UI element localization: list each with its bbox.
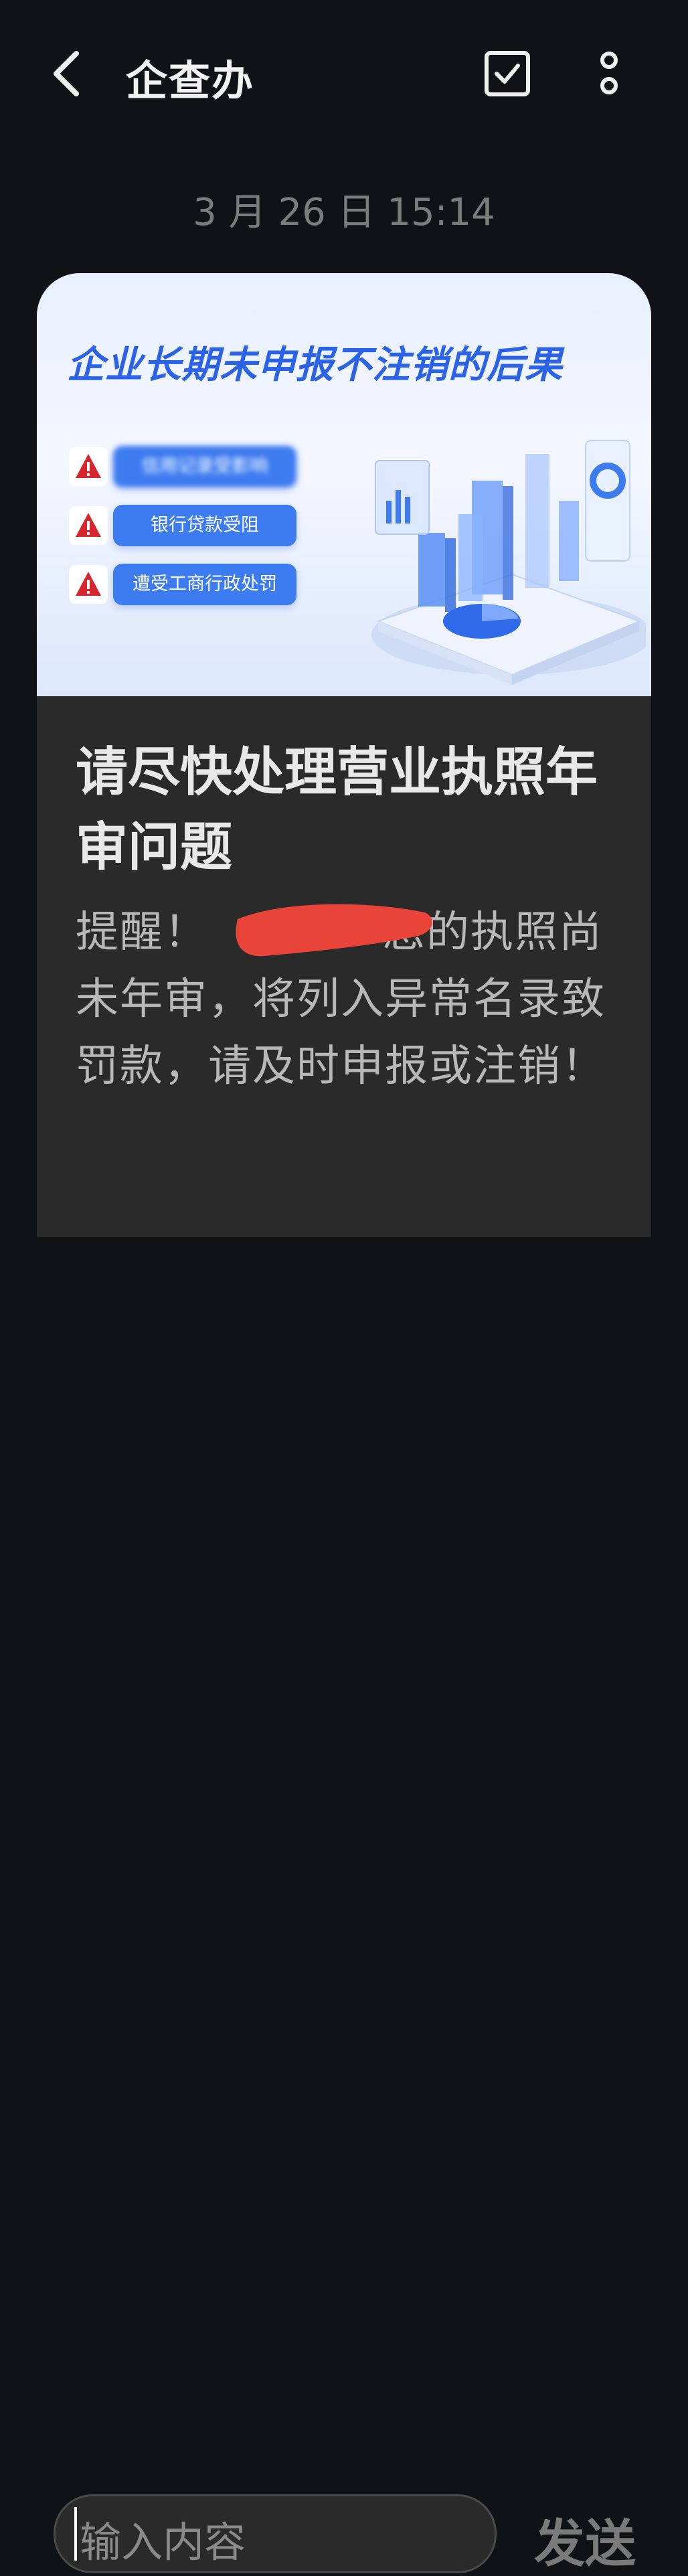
message-timestamp: 3 月 26 日 15:14: [193, 191, 495, 234]
redaction-mark: [236, 904, 432, 957]
banner-title: 企业长期未申报不注销的后果: [67, 343, 563, 387]
message-body-prefix: 提醒！: [76, 908, 208, 957]
message-input[interactable]: 输入内容: [54, 2494, 497, 2573]
conversation-title: 企查办: [126, 56, 255, 105]
message-input-placeholder: 输入内容: [80, 2518, 246, 2567]
top-bar: 企查办: [0, 0, 688, 154]
message-card[interactable]: 企业长期未申报不注销的后果 信用记录受影响 银行贷款受阻 遭受工商行政处罚 请尽…: [37, 273, 651, 1237]
text-caret: [74, 2507, 77, 2561]
chart-illustration: [371, 440, 646, 685]
risk-label: 银行贷款受阻: [113, 505, 296, 546]
warning-icon: [69, 565, 108, 604]
risk-item: 信用记录受影响: [69, 446, 296, 487]
risk-item: 遭受工商行政处罚: [69, 564, 296, 605]
checkbox-icon: [485, 51, 530, 96]
risk-label: 遭受工商行政处罚: [113, 564, 296, 605]
risk-item: 银行贷款受阻: [69, 505, 296, 546]
more-options-button[interactable]: [589, 47, 629, 100]
more-vertical-icon: [600, 52, 618, 94]
select-button[interactable]: [483, 50, 531, 98]
warning-icon: [69, 506, 108, 545]
back-button[interactable]: [47, 47, 87, 100]
message-banner-image: 企业长期未申报不注销的后果 信用记录受影响 银行贷款受阻 遭受工商行政处罚: [37, 273, 651, 696]
warning-icon: [69, 447, 108, 486]
chevron-left-icon: [54, 51, 79, 96]
message-title: 请尽快处理营业执照年审问题: [76, 742, 598, 878]
risk-label: 信用记录受影响: [113, 446, 296, 487]
composer-bar: 输入内容 发送: [0, 1237, 688, 2573]
send-button[interactable]: 发送: [534, 2502, 636, 2576]
